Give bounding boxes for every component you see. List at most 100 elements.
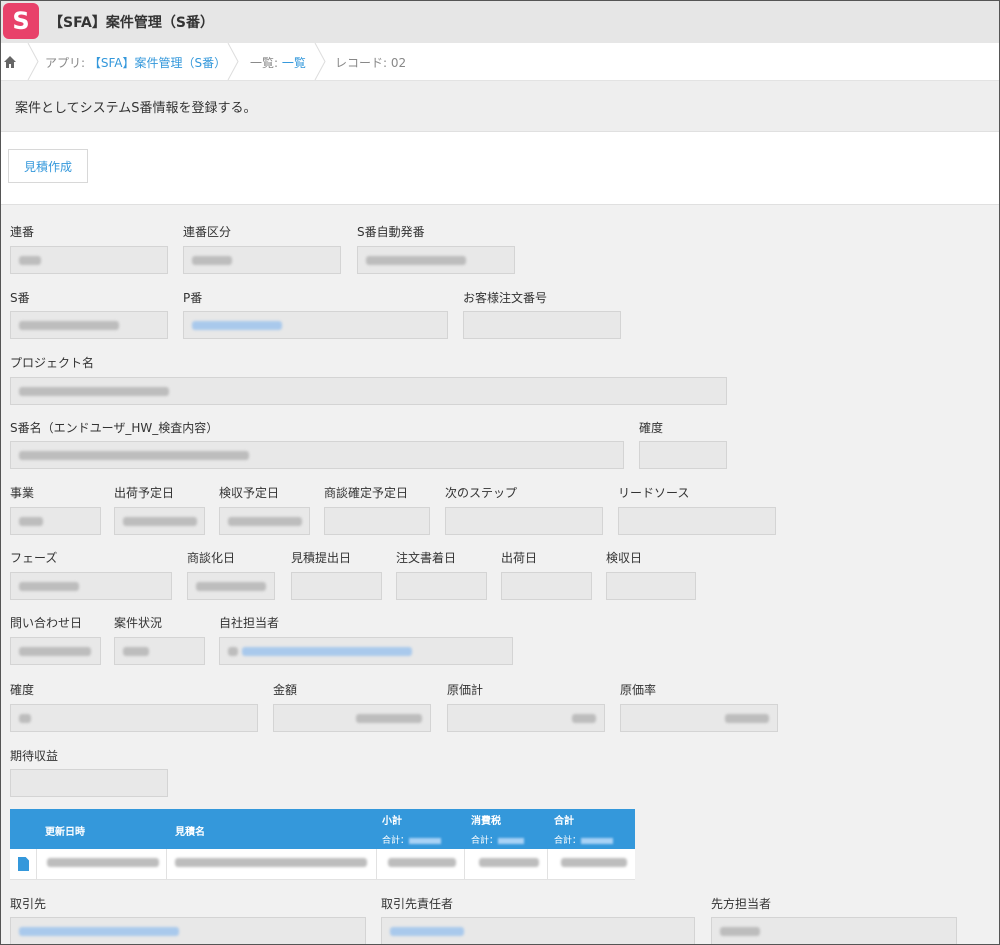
field-p-ban[interactable] (183, 311, 448, 339)
label-cost-rate: 原価率 (620, 683, 657, 697)
breadcrumb-list[interactable]: 一覧: 一覧 (250, 54, 306, 71)
breadcrumb-app-prefix: アプリ: (45, 56, 89, 70)
field-client-manager[interactable] (381, 917, 695, 944)
field-ship-plan[interactable] (114, 507, 205, 535)
app-header: S 【SFA】案件管理（S番） (1, 1, 999, 43)
breadcrumb-separator (27, 43, 39, 80)
label-business: 事業 (10, 486, 35, 500)
field-phase[interactable] (10, 572, 172, 600)
row-updated-cell (37, 849, 167, 879)
table-row[interactable] (10, 849, 635, 880)
field-inspect-date[interactable] (606, 572, 696, 600)
header-quote-name: 見積名 (175, 827, 205, 838)
field-s-ban[interactable] (10, 311, 168, 339)
record-toolbar: 見積作成 (1, 132, 999, 205)
label-s-auto: S番自動発番 (357, 225, 425, 239)
tax-sum-label: 合計： (471, 836, 499, 846)
label-client-contact: 先方担当者 (711, 897, 772, 911)
label-deal-plan: 商談確定予定日 (324, 486, 409, 500)
breadcrumb-separator (227, 43, 239, 80)
field-status[interactable] (114, 637, 205, 665)
description-text: 案件としてシステムS番情報を登録する。 (15, 101, 257, 116)
label-expected-profit: 期待収益 (10, 749, 59, 763)
app-description: 案件としてシステムS番情報を登録する。 (1, 81, 999, 132)
field-business[interactable] (10, 507, 101, 535)
row-subtotal-cell (377, 849, 465, 879)
label-s-ban: S番 (10, 291, 30, 305)
home-icon[interactable] (4, 56, 16, 68)
field-inspect-plan[interactable] (219, 507, 310, 535)
field-certainty-1[interactable] (639, 441, 727, 469)
field-deal-plan[interactable] (324, 507, 430, 535)
field-owner[interactable] (219, 637, 513, 665)
tax-sum: 合計： (471, 833, 525, 846)
label-phase: フェーズ (10, 551, 58, 565)
app-window: S 【SFA】案件管理（S番） アプリ: 【SFA】案件管理（S番） 一覧: 一… (0, 0, 1000, 945)
header-updated: 更新日時 (45, 827, 85, 838)
field-s-auto[interactable] (357, 246, 515, 274)
field-cost-total[interactable] (447, 704, 605, 732)
field-customer-order-no[interactable] (463, 311, 621, 339)
label-certainty-1: 確度 (639, 421, 664, 435)
row-total-cell (548, 849, 635, 879)
breadcrumb-record: レコード: 02 (335, 56, 407, 70)
breadcrumb-list-prefix: 一覧: (250, 56, 282, 70)
field-s-name[interactable] (10, 441, 624, 469)
label-ship-plan: 出荷予定日 (114, 486, 175, 500)
label-quote-date: 見積提出日 (291, 551, 352, 565)
label-lead-source: リードソース (618, 486, 690, 500)
breadcrumb-app-link[interactable]: 【SFA】案件管理（S番） (89, 56, 226, 70)
total-sum: 合計： (554, 833, 614, 846)
field-cost-rate[interactable] (620, 704, 778, 732)
field-renban-kubun[interactable] (183, 246, 341, 274)
label-amount: 金額 (273, 683, 298, 697)
label-project-name: プロジェクト名 (10, 356, 95, 370)
label-inspect-plan: 検収予定日 (219, 486, 280, 500)
field-quote-date[interactable] (291, 572, 382, 600)
label-inspect-date: 検収日 (606, 551, 643, 565)
breadcrumb-separator (314, 43, 326, 80)
label-customer-order-no: お客様注文番号 (463, 291, 548, 305)
label-cost-total: 原価計 (447, 683, 484, 697)
row-tax-cell (465, 849, 548, 879)
label-p-ban: P番 (183, 291, 203, 305)
estimate-create-button[interactable]: 見積作成 (8, 149, 88, 183)
header-subtotal: 小計 (382, 816, 402, 827)
app-title: 【SFA】案件管理（S番） (49, 15, 214, 31)
field-ship-date[interactable] (501, 572, 592, 600)
row-quote-cell (167, 849, 377, 879)
label-renban-kubun: 連番区分 (183, 225, 232, 239)
field-order-date[interactable] (396, 572, 487, 600)
row-doc-cell[interactable] (10, 849, 37, 879)
label-inquiry-date: 問い合わせ日 (10, 616, 83, 630)
breadcrumb-app[interactable]: アプリ: 【SFA】案件管理（S番） (45, 54, 226, 71)
field-project-name[interactable] (10, 377, 727, 405)
header-tax: 消費税 (471, 816, 501, 827)
breadcrumb-list-link[interactable]: 一覧 (282, 56, 306, 70)
field-inquiry-date[interactable] (10, 637, 101, 665)
label-status: 案件状況 (114, 616, 163, 630)
label-s-name: S番名（エンドユーザ_HW_検査内容） (10, 421, 219, 435)
field-next-step[interactable] (445, 507, 603, 535)
field-renban[interactable] (10, 246, 168, 274)
label-client-manager: 取引先責任者 (381, 897, 454, 911)
label-ship-date: 出荷日 (501, 551, 538, 565)
field-expected-profit[interactable] (10, 769, 168, 797)
field-lead-source[interactable] (618, 507, 776, 535)
label-client: 取引先 (10, 897, 47, 911)
field-certainty-2[interactable] (10, 704, 258, 732)
field-amount[interactable] (273, 704, 431, 732)
label-renban: 連番 (10, 225, 35, 239)
label-certainty-2: 確度 (10, 683, 35, 697)
label-owner: 自社担当者 (219, 616, 280, 630)
field-client[interactable] (10, 917, 366, 944)
header-total: 合計 (554, 816, 574, 827)
table-header: 更新日時 見積名 小計 合計： 消費税 合計： 合計 合計： (10, 809, 635, 849)
field-deal-date[interactable] (187, 572, 275, 600)
breadcrumb: アプリ: 【SFA】案件管理（S番） 一覧: 一覧 レコード: 02 (1, 43, 999, 81)
total-sum-label: 合計： (554, 836, 582, 846)
label-next-step: 次のステップ (445, 486, 518, 500)
field-client-contact[interactable] (711, 917, 957, 944)
app-logo: S (3, 3, 39, 39)
document-icon[interactable] (18, 857, 29, 871)
